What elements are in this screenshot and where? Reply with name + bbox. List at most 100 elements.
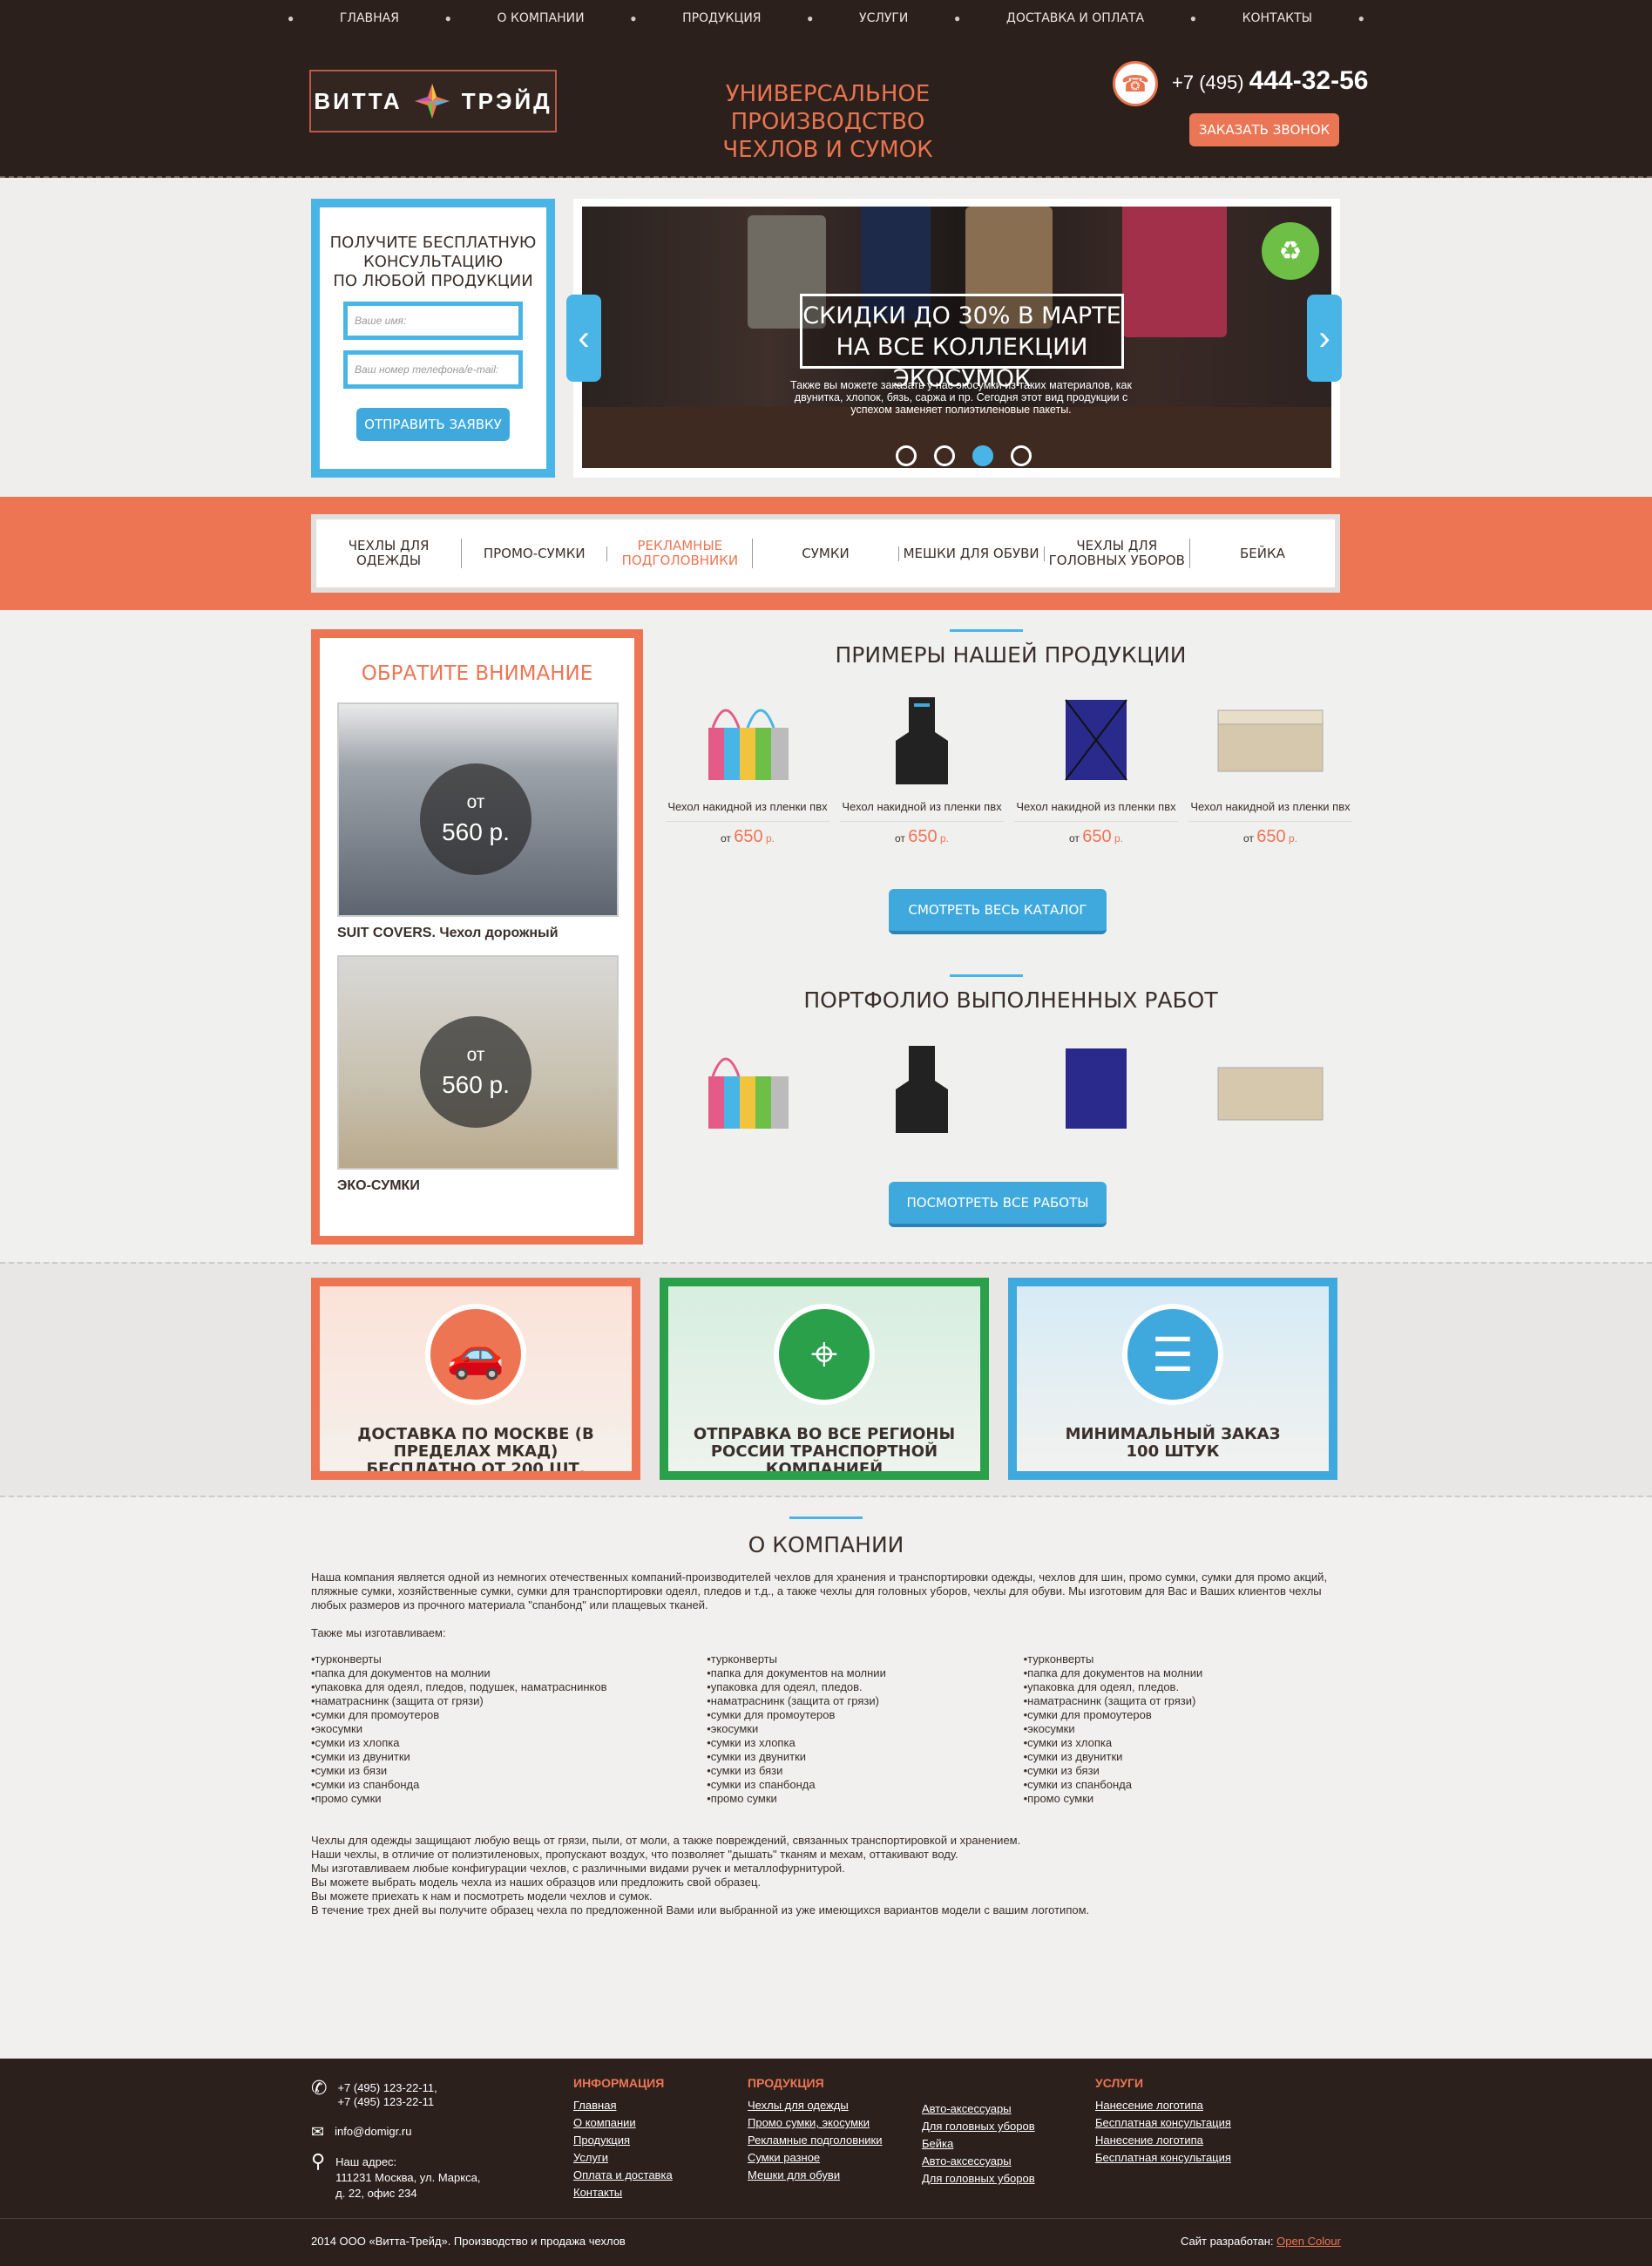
about-list-item: •сумки из бязи [1023, 1764, 1100, 1777]
category-promo-bags[interactable]: ПРОМО-СУМКИ [462, 546, 608, 561]
nav-separator: ● [1189, 12, 1196, 24]
footer-phone[interactable]: +7 (495) 123-22-11, [337, 2081, 437, 2095]
about-list-item: •упаковка для одеял, пледов, подушек, на… [311, 1680, 607, 1693]
top-nav: ● ГЛАВНАЯ ● О КОМПАНИИ ● ПРОДУКЦИЯ ● УСЛ… [288, 0, 1364, 37]
footer-link[interactable]: Для головных уборов [922, 2118, 1035, 2135]
slider-prev-arrow-icon[interactable]: ‹ [566, 295, 601, 382]
product-name: Чехол накидной из пленки пвх [666, 800, 829, 822]
contact-input[interactable]: Ваш номер телефона/e-mail: [343, 350, 523, 389]
footer-info-col: ИНФОРМАЦИЯ Главная О компании Продукция Усл… [573, 2076, 673, 2202]
category-clothing-covers[interactable]: ЧЕХЛЫ ДЛЯ ОДЕЖДЫ [316, 539, 463, 568]
order-call-button[interactable]: ЗАКАЗАТЬ ЗВОНОК [1189, 113, 1339, 146]
developer-label: Сайт разработан: [1181, 2235, 1277, 2248]
promo-card[interactable]: от 560 р. SUIT COVERS. Чехол дорожный [337, 702, 619, 940]
portfolio-item[interactable] [660, 1037, 835, 1142]
phone-number: 444-32-56 [1249, 66, 1369, 95]
portfolio-item[interactable] [835, 1037, 1009, 1142]
view-all-works-button[interactable]: ПОСМОТРЕТЬ ВСЕ РАБОТЫ [889, 1182, 1107, 1227]
section-divider [789, 1516, 863, 1519]
about-list-item: •турконверты [707, 1652, 777, 1666]
portfolio-item[interactable] [1183, 1037, 1357, 1142]
header-phone[interactable]: +7 (495) 444-32-56 [1172, 66, 1368, 96]
slider-next-arrow-icon[interactable]: › [1307, 295, 1342, 382]
about-list-item: •упаковка для одеял, пледов. [707, 1680, 863, 1693]
footer-link[interactable]: Нанесение логотипа [1095, 2132, 1231, 2149]
nav-separator: ● [630, 12, 637, 24]
address-line: 111231 Москва, ул. Маркса, [335, 2171, 481, 2184]
product-card[interactable]: Чехол накидной из пленки пвх от 650 р. [660, 689, 835, 847]
feature-line: РОССИИ ТРАНСПОРТНОЙ КОМПАНИЕЙ [710, 1442, 938, 1478]
category-headrests[interactable]: РЕКЛАМНЫЕ ПОДГОЛОВНИКИ [607, 539, 754, 568]
nav-about[interactable]: О КОМПАНИИ [497, 11, 584, 25]
price-value: 560 р. [442, 818, 510, 845]
footer-link[interactable]: Оплата и доставка [573, 2167, 673, 2184]
footer-link[interactable]: Услуги [573, 2149, 673, 2167]
view-catalog-button[interactable]: СМОТРЕТЬ ВЕСЬ КАТАЛОГ [889, 889, 1107, 934]
footer-link[interactable]: Авто-аксессуары [922, 2100, 1035, 2118]
product-card[interactable]: Чехол накидной из пленки пвх от 650 р. [835, 689, 1009, 847]
footer-link[interactable]: Бесплатная консультация [1095, 2114, 1231, 2132]
price-circle: от 560 р. [420, 763, 531, 875]
developer-link[interactable]: Open Colour [1276, 2235, 1341, 2248]
category-shoe-bags[interactable]: МЕШКИ ДЛЯ ОБУВИ [899, 546, 1045, 561]
slider-dot[interactable] [896, 445, 917, 466]
about-lists: •турконверты •папка для документов на мол… [311, 1652, 1340, 1806]
footer-link[interactable]: О компании [573, 2114, 673, 2132]
feature-text: ДОСТАВКА ПО МОСКВЕ (В ПРЕДЕЛАХ МКАД) БЕСП… [320, 1426, 632, 1472]
about-list: •турконверты •папка для документов на мол… [1024, 1652, 1340, 1806]
attention-title: ОБРАТИТЕ ВНИМАНИЕ [361, 662, 593, 685]
product-name: Чехол накидной из пленки пвх [1014, 800, 1178, 822]
about-list-item: •сумки из хлопка [311, 1736, 400, 1749]
footer-link[interactable]: Бейка [922, 2135, 1035, 2153]
footer-link[interactable]: Чехлы для одежды [748, 2097, 883, 2114]
slider-dot-active[interactable] [972, 445, 993, 466]
section-divider [950, 629, 1023, 632]
nav-products[interactable]: ПРОДУКЦИЯ [682, 11, 761, 25]
price-circle: от 560 р. [420, 1016, 531, 1128]
feature-card: ☰ МИНИМАЛЬНЫЙ ЗАКАЗ 100 ШТУК [1008, 1278, 1337, 1480]
product-card[interactable]: Чехол накидной из пленки пвх от 650 р. [1183, 689, 1357, 847]
about-list-item: •экосумки [311, 1722, 362, 1735]
footer-link[interactable]: Контакты [573, 2184, 673, 2202]
footer-link[interactable]: Продукция [573, 2132, 673, 2149]
bag-image [1122, 207, 1227, 337]
submit-request-button[interactable]: ОТПРАВИТЬ ЗАЯВКУ [356, 408, 510, 441]
about-list-item: •сумки из бязи [707, 1764, 783, 1777]
logo[interactable]: ВИТТА ТРЭЙД [309, 70, 557, 132]
about-outro-line: В течение трех дней вы получите образец … [311, 1903, 1090, 1917]
product-card[interactable]: Чехол накидной из пленки пвх от 650 р. [1009, 689, 1183, 847]
nav-contacts[interactable]: КОНТАКТЫ [1242, 11, 1312, 25]
about-list-item: •промо сумки [1023, 1792, 1094, 1805]
nav-services[interactable]: УСЛУГИ [859, 11, 908, 25]
feature-text: ОТПРАВКА ВО ВСЕ РЕГИОНЫ РОССИИ ТРАНСПОРТН… [668, 1426, 980, 1478]
footer-link[interactable]: Бесплатная консультация [1095, 2149, 1231, 2167]
footer-link[interactable]: Авто-аксессуары [922, 2153, 1035, 2170]
consult-title-line: ПОЛУЧИТЕ БЕСПЛАТНУЮ [329, 234, 537, 252]
name-input[interactable]: Ваше имя: [343, 302, 523, 340]
about-list-item: •экосумки [1023, 1722, 1075, 1735]
footer-email[interactable]: info@domigr.ru [335, 2125, 411, 2139]
footer-link[interactable]: Рекламные подголовники [748, 2132, 883, 2149]
product-price: от 650 р. [1183, 827, 1357, 847]
footer-link[interactable]: Промо сумки, экосумки [748, 2114, 883, 2132]
price-value: 650 [734, 827, 763, 846]
footer-phone[interactable]: +7 (495) 123-22-11 [337, 2095, 437, 2109]
footer-link[interactable]: Нанесение логотипа [1095, 2097, 1231, 2114]
portfolio-item[interactable] [1009, 1037, 1183, 1142]
slider-dot[interactable] [1011, 445, 1032, 466]
nav-delivery[interactable]: ДОСТАВКА И ОПЛАТА [1006, 11, 1144, 25]
footer-link[interactable]: Для головных уборов [922, 2170, 1035, 2188]
copyright: 2014 ООО «Витта-Трейд». Производство и п… [311, 2235, 626, 2248]
category-headwear-covers[interactable]: ЧЕХЛЫ ДЛЯ ГОЛОВНЫХ УБОРОВ [1045, 539, 1190, 568]
category-binding[interactable]: БЕЙКА [1190, 546, 1335, 561]
footer-link[interactable]: Сумки разное [748, 2149, 883, 2167]
footer-link[interactable]: Мешки для обуви [748, 2167, 883, 2184]
about-list-item: •экосумки [707, 1722, 759, 1735]
slider-dot[interactable] [934, 445, 955, 466]
about-list-item: •наматраснинк (защита от грязи) [707, 1694, 879, 1707]
promo-card[interactable]: от 560 р. ЭКО-СУМКИ [337, 955, 619, 1193]
about-list-item: •промо сумки [707, 1792, 777, 1805]
footer-link[interactable]: Главная [573, 2097, 673, 2114]
category-bags[interactable]: СУМКИ [753, 546, 899, 561]
nav-home[interactable]: ГЛАВНАЯ [340, 11, 399, 25]
